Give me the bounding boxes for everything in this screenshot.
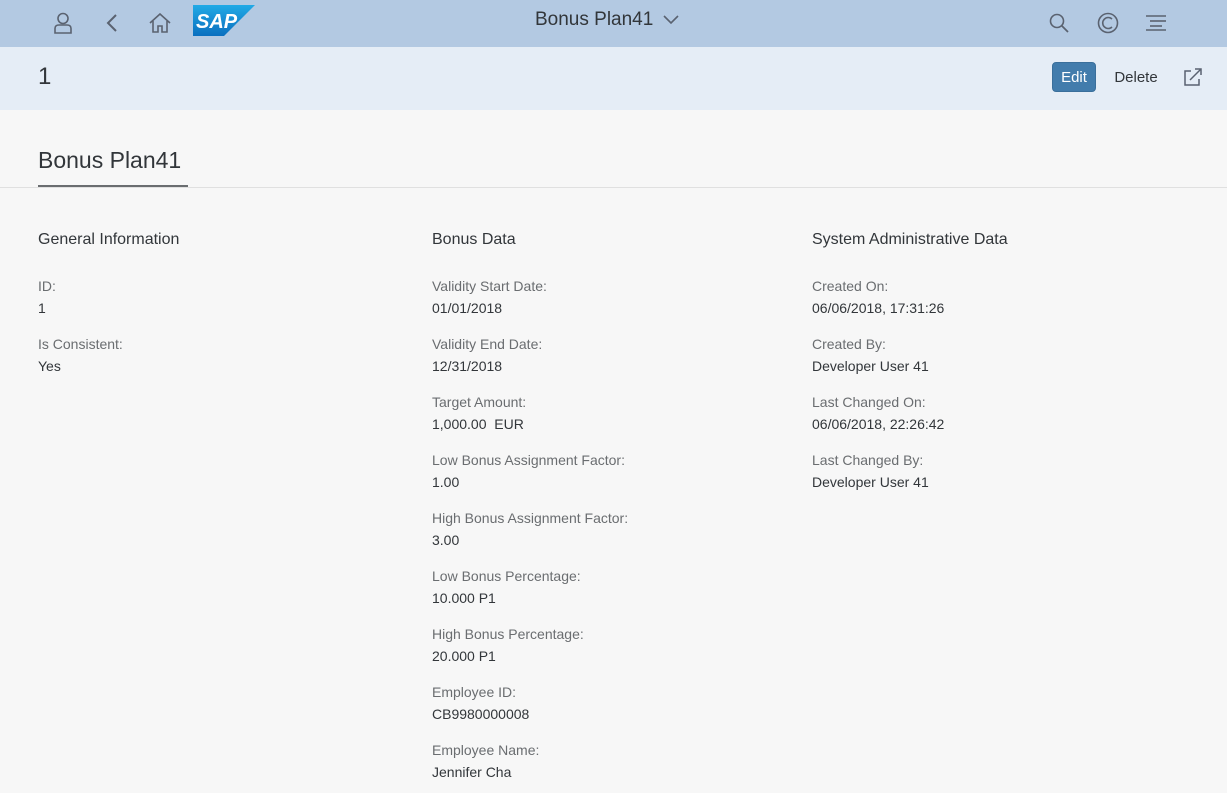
field-validity-start-date: Validity Start Date: 01/01/2018 (432, 277, 547, 317)
field-value: Jennifer Cha (432, 764, 512, 780)
field-value: 1,000.00 EUR (432, 416, 524, 432)
search-icon[interactable] (1043, 7, 1075, 39)
field-employee-id: Employee ID: CB9980000008 (432, 683, 529, 723)
field-is-consistent: Is Consistent: Yes (38, 335, 123, 375)
field-value: 10.000 P1 (432, 590, 496, 606)
field-value: 20.000 P1 (432, 648, 496, 664)
field-label: Created On: (812, 278, 889, 294)
delete-button[interactable]: Delete (1106, 62, 1166, 92)
notifications-icon[interactable] (1140, 7, 1172, 39)
bonus-data-title: Bonus Data (432, 231, 516, 248)
edit-button[interactable]: Edit (1052, 62, 1096, 92)
field-high-bonus-assignment-factor: High Bonus Assignment Factor: 3.00 (432, 509, 628, 549)
field-created-on: Created On: 06/06/2018, 17:31:26 (812, 277, 944, 317)
field-low-bonus-assignment-factor: Low Bonus Assignment Factor: 1.00 (432, 451, 625, 491)
chevron-down-icon (663, 15, 679, 25)
field-label: Low Bonus Percentage: (432, 568, 581, 584)
shell-bar: SAP Bonus Plan41 (0, 0, 1227, 47)
svg-text:SAP: SAP (196, 11, 238, 33)
field-high-bonus-percentage: High Bonus Percentage: 20.000 P1 (432, 625, 584, 665)
field-value: Yes (38, 358, 61, 374)
field-created-by: Created By: Developer User 41 (812, 335, 929, 375)
object-title: 1 (38, 63, 52, 90)
system-administrative-data-title: System Administrative Data (812, 231, 1008, 248)
field-label: Validity Start Date: (432, 278, 547, 294)
field-label: Low Bonus Assignment Factor: (432, 452, 625, 468)
field-label: Validity End Date: (432, 336, 543, 352)
field-value: 12/31/2018 (432, 358, 503, 374)
general-information-title: General Information (38, 231, 180, 248)
field-value: CB9980000008 (432, 706, 530, 722)
copilot-icon[interactable] (1092, 7, 1124, 39)
field-value: 06/06/2018, 17:31:26 (812, 300, 945, 316)
field-employee-name: Employee Name: Jennifer Cha (432, 741, 539, 781)
field-label: Is Consistent: (38, 336, 123, 352)
field-value: 1 (38, 300, 46, 316)
field-label: Employee Name: (432, 742, 540, 758)
tab-bonus-plan[interactable]: Bonus Plan41 (38, 147, 181, 174)
field-value: 3.00 (432, 532, 460, 548)
field-label: Employee ID: (432, 684, 517, 700)
field-value: Developer User 41 (812, 474, 929, 490)
object-header: 1 Edit Delete (0, 47, 1227, 110)
app-title-menu[interactable]: Bonus Plan41 (535, 8, 679, 32)
field-value: 1.00 (432, 474, 460, 490)
back-icon[interactable] (96, 7, 128, 39)
field-value: Developer User 41 (812, 358, 929, 374)
field-label: High Bonus Percentage: (432, 626, 584, 642)
field-id: ID: 1 (38, 277, 56, 317)
share-icon[interactable] (1178, 62, 1208, 92)
field-label: Last Changed On: (812, 394, 926, 410)
field-last-changed-on: Last Changed On: 06/06/2018, 22:26:42 (812, 393, 944, 433)
sap-logo[interactable]: SAP (193, 5, 255, 36)
home-icon[interactable] (144, 7, 176, 39)
field-label: High Bonus Assignment Factor: (432, 510, 629, 526)
field-low-bonus-percentage: Low Bonus Percentage: 10.000 P1 (432, 567, 581, 607)
user-icon[interactable] (47, 7, 79, 39)
app-title: Bonus Plan41 (535, 9, 654, 30)
field-label: ID: (38, 278, 56, 294)
field-label: Target Amount: (432, 394, 527, 410)
field-value: 06/06/2018, 22:26:42 (812, 416, 945, 432)
field-last-changed-by: Last Changed By: Developer User 41 (812, 451, 929, 491)
field-validity-end-date: Validity End Date: 12/31/2018 (432, 335, 542, 375)
field-label: Last Changed By: (812, 452, 924, 468)
field-target-amount: Target Amount: 1,000.00 EUR (432, 393, 526, 433)
tab-divider (0, 187, 1227, 188)
field-label: Created By: (812, 336, 886, 352)
field-value: 01/01/2018 (432, 300, 503, 316)
